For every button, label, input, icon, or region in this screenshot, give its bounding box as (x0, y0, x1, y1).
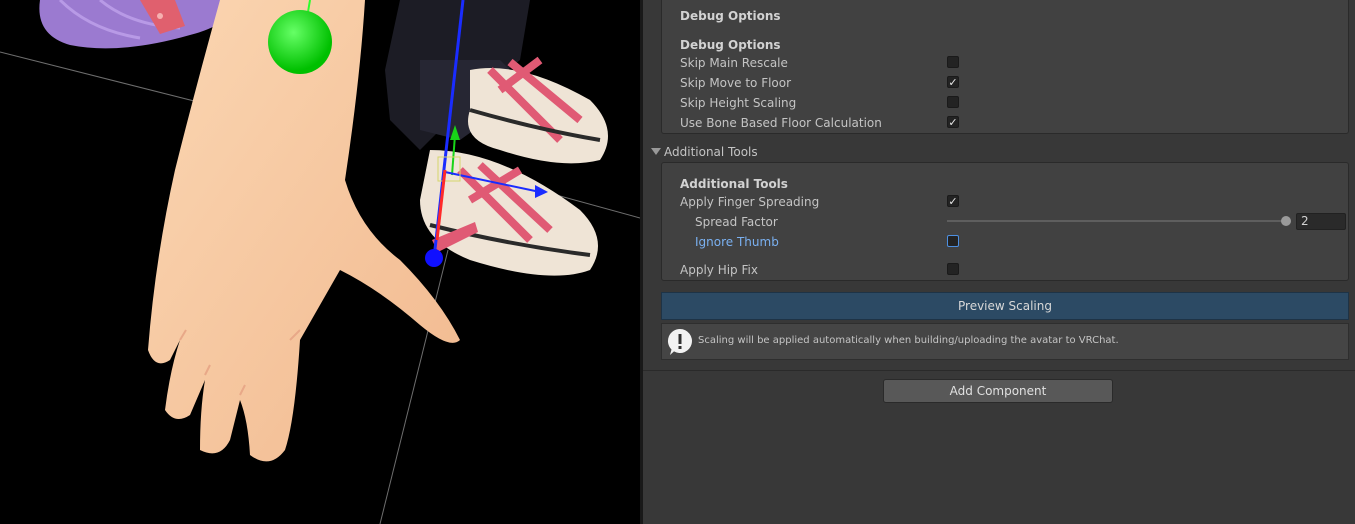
apply-finger-spreading-checkbox[interactable]: ✓ (947, 195, 959, 207)
scene-view[interactable] (0, 0, 640, 524)
inspector-panel: Debug Options Debug Options Skip Main Re… (643, 0, 1355, 524)
check-icon: ✓ (948, 76, 958, 89)
skip-height-scaling-checkbox[interactable] (947, 96, 959, 108)
spread-factor-label: Spread Factor (695, 215, 778, 229)
debug-options-title: Debug Options (680, 38, 781, 52)
debug-options-header: Debug Options (680, 9, 781, 23)
apply-finger-spreading-label: Apply Finger Spreading (680, 195, 820, 209)
check-icon: ✓ (948, 116, 958, 129)
spread-factor-slider[interactable] (947, 220, 1287, 222)
preview-scaling-button[interactable]: Preview Scaling (661, 292, 1349, 320)
ignore-thumb-label: Ignore Thumb (695, 235, 779, 249)
skip-move-to-floor-label: Skip Move to Floor (680, 76, 792, 90)
check-icon: ✓ (948, 195, 958, 208)
skip-height-scaling-label: Skip Height Scaling (680, 96, 797, 110)
skip-move-to-floor-checkbox[interactable]: ✓ (947, 76, 959, 88)
scene-canvas[interactable] (0, 0, 640, 524)
skip-main-rescale-label: Skip Main Rescale (680, 56, 788, 70)
bone-floor-calc-label: Use Bone Based Floor Calculation (680, 116, 882, 130)
spread-factor-slider-thumb[interactable] (1281, 216, 1291, 226)
apply-hip-fix-checkbox[interactable] (947, 263, 959, 275)
additional-tools-foldout-label: Additional Tools (664, 145, 758, 159)
help-text: Scaling will be applied automatically wh… (698, 335, 1119, 346)
avatar-legs (385, 0, 608, 276)
skip-main-rescale-checkbox[interactable] (947, 56, 959, 68)
help-box: Scaling will be applied automatically wh… (661, 323, 1349, 360)
add-component-button[interactable]: Add Component (883, 379, 1113, 403)
spread-factor-value[interactable]: 2 (1296, 213, 1346, 230)
info-icon (667, 328, 692, 355)
ignore-thumb-checkbox[interactable] (947, 235, 959, 247)
additional-tools-title: Additional Tools (680, 177, 788, 191)
additional-tools-foldout[interactable]: Additional Tools (651, 145, 758, 159)
bone-floor-calc-checkbox[interactable]: ✓ (947, 116, 959, 128)
additional-tools-box: Additional Tools Apply Finger Spreading … (661, 162, 1349, 281)
triangle-down-icon (651, 148, 661, 155)
debug-options-box: Debug Options Debug Options Skip Main Re… (661, 0, 1349, 134)
apply-hip-fix-label: Apply Hip Fix (680, 263, 758, 277)
divider-line (643, 370, 1355, 371)
